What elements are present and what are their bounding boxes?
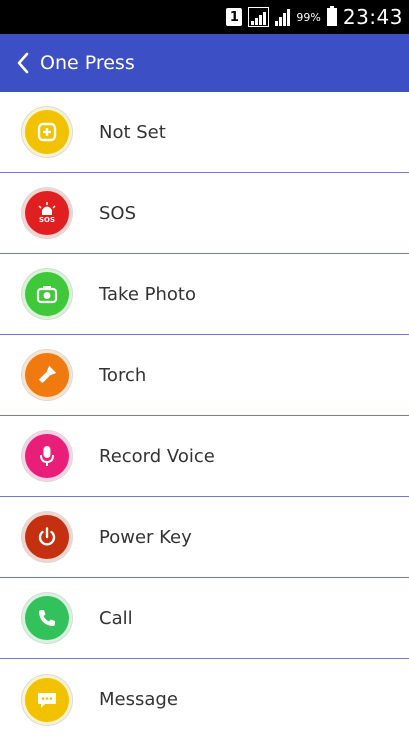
flashlight-icon xyxy=(39,365,57,383)
signal-strength-icon-2 xyxy=(275,8,291,26)
list-item-not-set[interactable]: Not Set xyxy=(0,92,409,173)
plus-square-icon xyxy=(37,122,57,142)
list-item-label: Call xyxy=(99,607,133,629)
status-bar: 1 99% 23:43 xyxy=(0,0,409,34)
list-item-record-voice[interactable]: Record Voice xyxy=(0,416,409,497)
clock: 23:43 xyxy=(342,5,403,29)
list-item-label: Record Voice xyxy=(99,445,215,467)
action-list: Not Set SOS SOS Take Photo Torch Record … xyxy=(0,92,409,740)
list-item-take-photo[interactable]: Take Photo xyxy=(0,254,409,335)
sos-icon-text: SOS xyxy=(38,216,56,224)
icon-ring xyxy=(22,350,72,400)
page-title: One Press xyxy=(40,52,135,74)
list-item-label: Take Photo xyxy=(99,283,196,305)
power-icon xyxy=(38,527,56,546)
camera-icon xyxy=(36,286,58,304)
list-item-label: SOS xyxy=(99,202,137,224)
icon-ring xyxy=(22,593,72,643)
icon-ring xyxy=(22,431,72,481)
list-item-label: Power Key xyxy=(99,526,192,548)
back-button[interactable] xyxy=(16,52,30,74)
chat-icon xyxy=(38,692,56,708)
signal-strength-icon xyxy=(248,7,270,27)
siren-icon xyxy=(38,202,56,215)
list-item-label: Message xyxy=(99,689,178,710)
list-item-sos[interactable]: SOS SOS xyxy=(0,173,409,254)
list-item-call[interactable]: Call xyxy=(0,578,409,659)
list-item-label: Not Set xyxy=(99,121,166,143)
battery-percent: 99% xyxy=(296,10,321,24)
list-item-power-key[interactable]: Power Key xyxy=(0,497,409,578)
battery-icon xyxy=(326,6,337,26)
chevron-left-icon xyxy=(17,52,29,74)
list-item-label: Torch xyxy=(99,364,147,386)
app-bar: One Press xyxy=(0,34,409,92)
microphone-icon xyxy=(40,446,54,466)
icon-ring xyxy=(22,512,72,562)
icon-ring xyxy=(22,107,72,157)
icon-ring xyxy=(22,674,72,725)
list-item-torch[interactable]: Torch xyxy=(0,335,409,416)
icon-ring xyxy=(22,269,72,319)
phone-icon xyxy=(39,610,55,626)
icon-ring: SOS xyxy=(22,188,72,238)
sim-icon: 1 xyxy=(226,8,243,26)
